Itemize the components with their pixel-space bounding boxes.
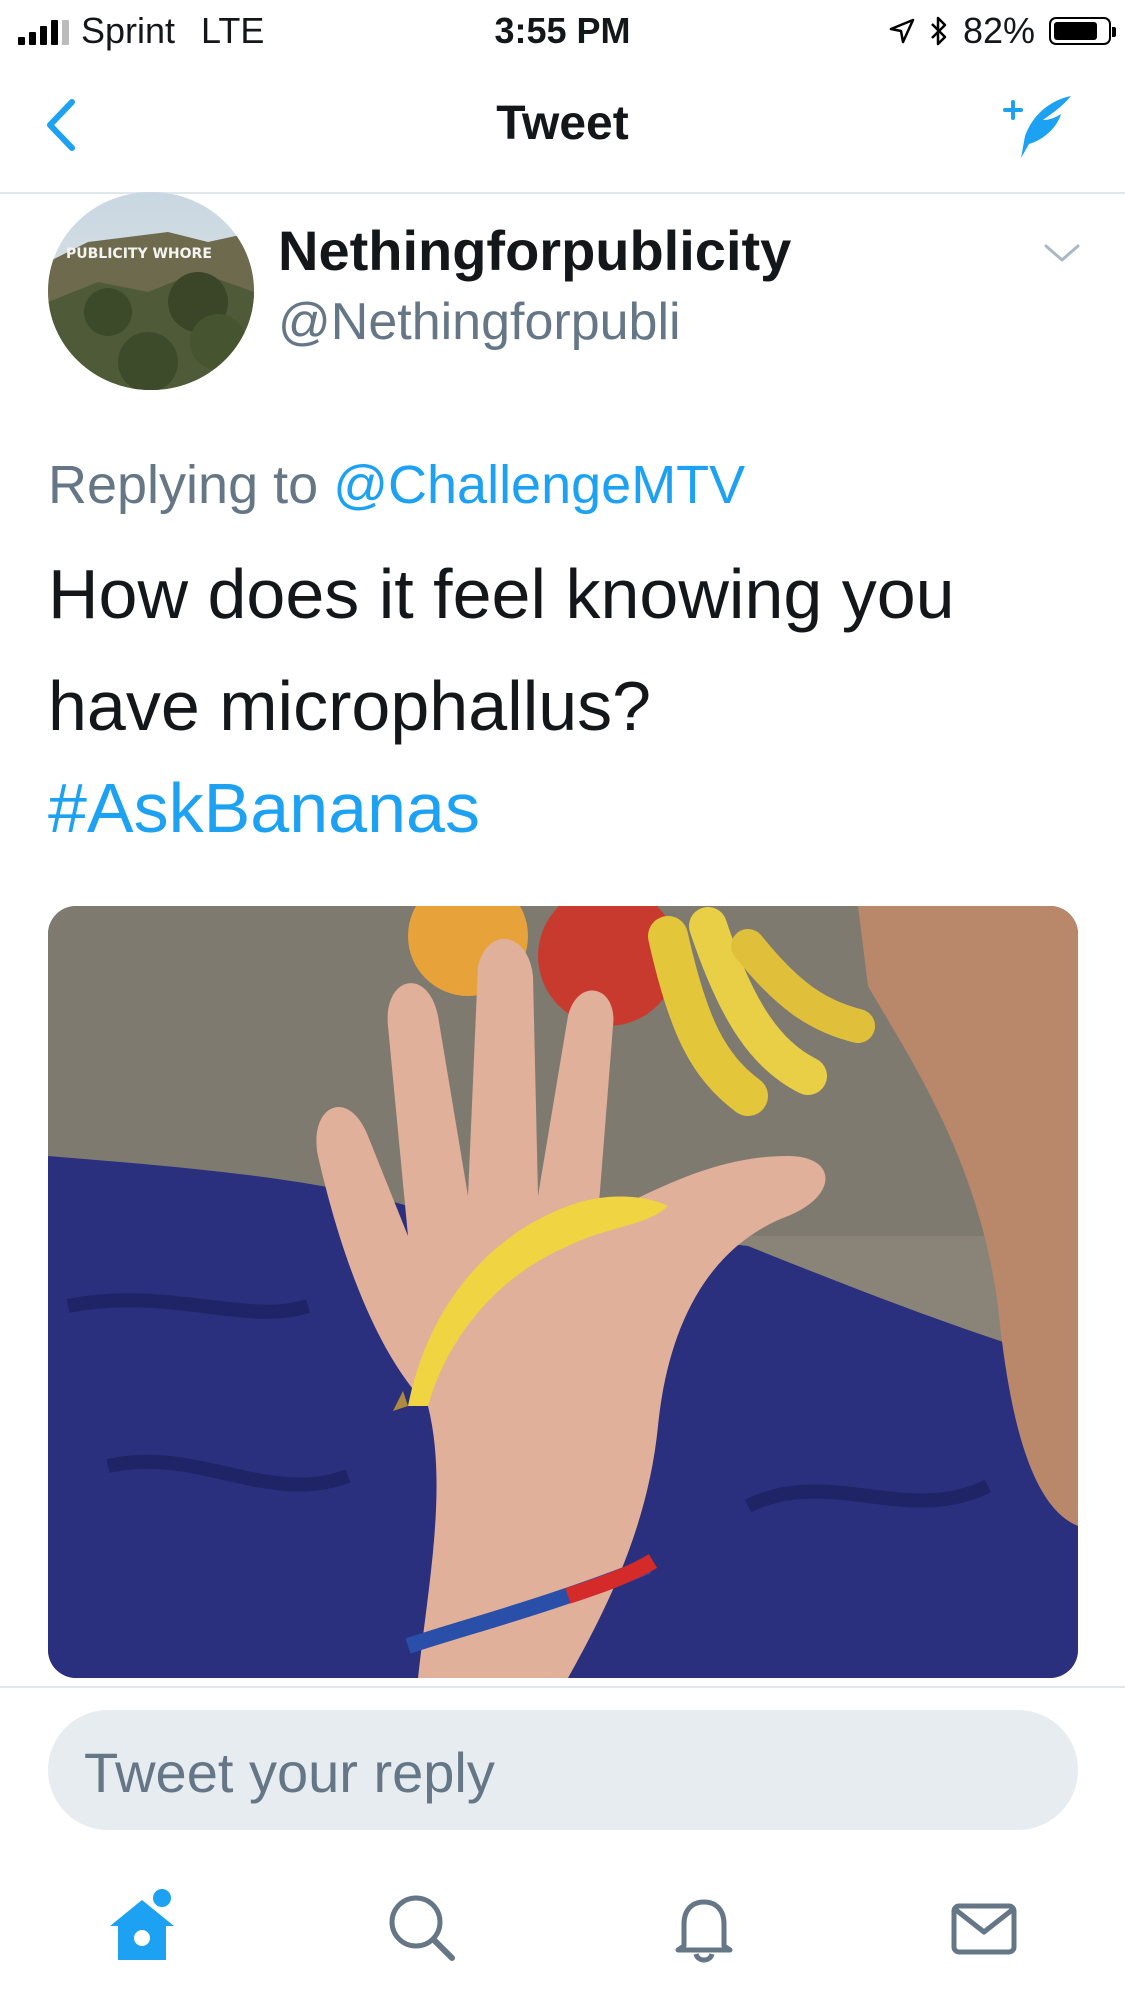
battery-icon <box>1049 17 1116 45</box>
search-icon <box>389 1895 455 1961</box>
display-name[interactable]: Nethingforpublicity <box>278 218 791 283</box>
avatar-image: PUBLICITY WHORE <box>48 192 254 390</box>
status-indicators: 82% <box>889 10 1116 52</box>
tweet-text: How does it feel knowing you have microp… <box>48 555 955 745</box>
tab-home[interactable] <box>102 1888 182 1968</box>
reply-placeholder: Tweet your reply <box>84 1741 495 1804</box>
replying-to: Replying to @ChallengeMTV <box>48 454 745 516</box>
tab-search[interactable] <box>382 1888 462 1968</box>
user-handle[interactable]: @Nethingforpubli <box>278 292 681 352</box>
battery-percent: 82% <box>962 10 1035 51</box>
page-title: Tweet <box>496 97 629 150</box>
banana-photo <box>48 906 1078 1678</box>
tab-notifications[interactable] <box>664 1888 744 1968</box>
replying-prefix: Replying to <box>48 455 319 515</box>
compose-tweet-button[interactable] <box>999 88 1079 168</box>
tweet-media-image[interactable] <box>48 906 1078 1678</box>
tweet-options-button[interactable] <box>1040 238 1084 268</box>
bluetooth-icon <box>931 16 947 46</box>
chevron-down-icon <box>1044 244 1080 262</box>
avatar-sign-text: PUBLICITY WHORE <box>66 246 212 262</box>
compose-tweet-icon <box>1003 96 1071 158</box>
location-icon <box>889 18 915 44</box>
nav-bar: Tweet <box>0 60 1125 194</box>
avatar[interactable]: PUBLICITY WHORE <box>48 192 254 390</box>
reply-mention-link[interactable]: @ChallengeMTV <box>333 455 745 515</box>
hashtag-link[interactable]: #AskBananas <box>48 768 480 848</box>
divider <box>0 1686 1125 1688</box>
reply-input[interactable]: Tweet your reply <box>48 1710 1078 1830</box>
notifications-icon <box>675 1899 733 1963</box>
tab-bar <box>0 1860 1125 2001</box>
messages-icon <box>951 1903 1017 1955</box>
tab-messages[interactable] <box>944 1888 1024 1968</box>
home-icon <box>110 1889 174 1960</box>
status-bar: Sprint LTE 3:55 PM 82% <box>0 0 1125 60</box>
